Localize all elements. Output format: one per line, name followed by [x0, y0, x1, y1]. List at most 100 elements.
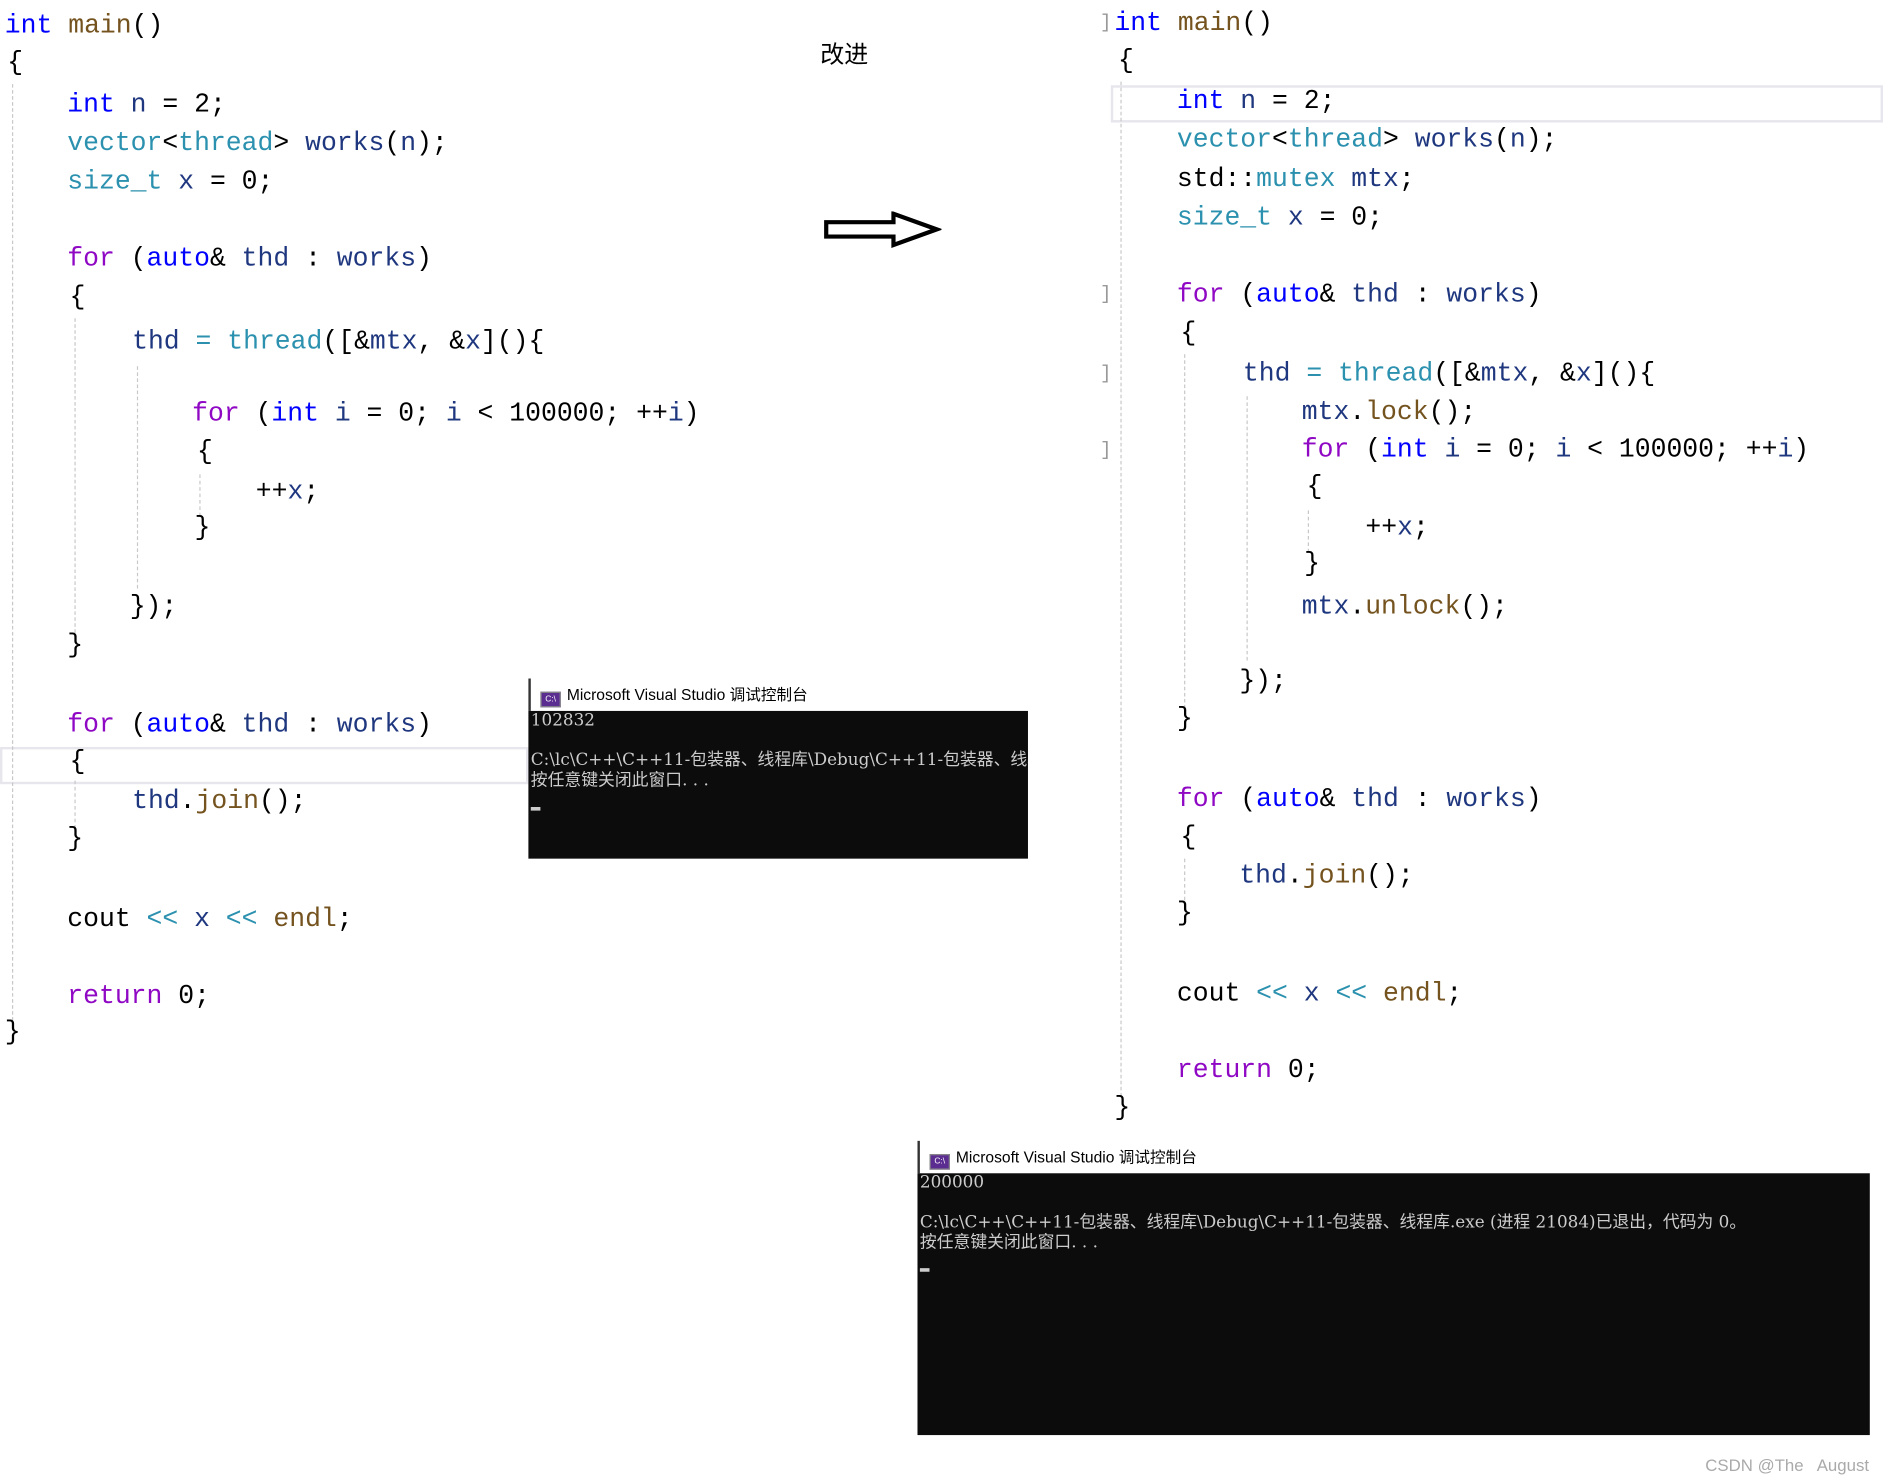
code-token: (: [1224, 279, 1257, 310]
console-window-1[interactable]: C:\ Microsoft Visual Studio 调试控制台 102832 …: [528, 678, 1028, 859]
indent-guide: [1184, 354, 1186, 709]
code-token: thd: [132, 326, 180, 357]
code-line: }: [1177, 897, 1193, 931]
code-token: &: [209, 709, 242, 740]
code-line: }: [1177, 703, 1193, 737]
code-token: 0;: [162, 981, 210, 1012]
code-line: int n = 2;: [1177, 85, 1336, 119]
code-token: thd: [132, 786, 180, 817]
code-token: = 2;: [1256, 86, 1336, 117]
code-token: <<: [1256, 978, 1288, 1009]
code-token: =: [1306, 359, 1323, 390]
code-token: i: [1555, 434, 1572, 465]
console-output: 200000 C:\lc\C++\C++11-包装器、线程库\Debug\C++…: [917, 1173, 1870, 1436]
code-line: }: [67, 823, 83, 857]
code-token: i: [1777, 434, 1794, 465]
code-line: {: [1180, 821, 1196, 855]
console-window-2[interactable]: C:\ Microsoft Visual Studio 调试控制台 200000 …: [917, 1140, 1870, 1436]
code-token: works: [336, 709, 417, 740]
code-line: cout << x << endl;: [1177, 978, 1462, 1012]
code-line: {: [1180, 317, 1196, 351]
code-token: ): [683, 398, 700, 429]
code-token: int: [1176, 86, 1225, 117]
console-line: C:\lc\C++\C++11-包装器、线程库\Debug\C++11-包装器、…: [919, 1212, 1747, 1233]
code-token: mtx: [1301, 592, 1350, 623]
code-line: {: [7, 47, 23, 81]
code-token: < 100000; ++: [461, 398, 668, 429]
code-token: =: [195, 326, 212, 357]
caption-improve: 改进: [820, 39, 869, 69]
code-token: ): [416, 243, 432, 274]
code-token: ): [1525, 279, 1542, 310]
code-token: {: [1180, 318, 1197, 349]
code-line: mtx.lock();: [1302, 396, 1476, 430]
code-token: i: [667, 398, 684, 429]
code-token: :: [1398, 279, 1447, 310]
code-line: });: [1239, 665, 1287, 699]
code-token: (: [384, 128, 401, 159]
console-line: 按任意键关闭此窗口. . .: [919, 1233, 1098, 1253]
code-token: i: [334, 398, 351, 429]
code-token: (: [1349, 434, 1382, 465]
console-line: 200000: [919, 1173, 985, 1193]
code-token: <: [162, 128, 179, 159]
screenshot-canvas: ] ] ] ] int main(){int n = 2; vector<thre…: [0, 0, 1883, 1481]
code-line: for (auto& thd : works): [67, 243, 432, 277]
code-token: }: [67, 630, 84, 661]
console-title: Microsoft Visual Studio 调试控制台: [955, 1148, 1197, 1167]
code-token: lock: [1365, 397, 1429, 428]
code-line: std::mutex mtx;: [1177, 163, 1415, 197]
code-token: int: [67, 90, 115, 121]
code-token: thd: [241, 709, 290, 740]
code-token: vector: [1176, 124, 1273, 155]
code-token: {: [196, 437, 213, 468]
code-token: = 0;: [194, 166, 274, 197]
code-token: ++: [255, 476, 288, 507]
code-token: );: [1525, 124, 1558, 155]
code-token: = 2;: [146, 90, 226, 121]
code-token: mtx: [1301, 397, 1350, 428]
code-line: });: [130, 591, 178, 625]
console-title-bar[interactable]: C:\ Microsoft Visual Studio 调试控制台: [528, 678, 1028, 711]
code-token: thd: [1351, 279, 1399, 310]
code-token: }: [194, 512, 211, 543]
code-token: mtx: [369, 326, 418, 357]
code-token: works: [1446, 784, 1526, 815]
code-token: &: [1319, 279, 1352, 310]
indent-guide: [199, 474, 201, 517]
code-token: return: [67, 981, 163, 1012]
code-token: (: [1224, 784, 1257, 815]
code-token: x: [287, 476, 304, 507]
code-token: for: [192, 398, 240, 429]
code-line: for (int i = 0; i < 100000; ++i): [1302, 434, 1809, 468]
code-token: for: [1176, 784, 1225, 815]
code-token: :: [1398, 784, 1447, 815]
code-token: , &: [1528, 359, 1576, 390]
code-token: works: [305, 128, 385, 159]
code-line: ++x;: [256, 476, 319, 510]
code-token: mtx: [1480, 359, 1529, 390]
code-token: :: [289, 243, 337, 274]
code-token: >: [273, 128, 306, 159]
console-output: 102832 C:\lc\C++\C++11-包装器、线程库\Debug\C++…: [528, 710, 1028, 859]
code-token: }: [1176, 898, 1193, 929]
code-token: {: [69, 746, 86, 777]
console-title-bar[interactable]: C:\ Microsoft Visual Studio 调试控制台: [917, 1140, 1870, 1174]
code-line: {: [70, 746, 86, 780]
code-token: = 0;: [350, 398, 446, 429]
code-token: <<: [146, 904, 179, 935]
code-token: size_t: [1176, 202, 1273, 233]
code-token: works: [1414, 124, 1494, 155]
code-line: }: [1304, 548, 1320, 582]
code-token: cout: [1176, 978, 1241, 1009]
code-token: ](){: [1591, 359, 1656, 390]
